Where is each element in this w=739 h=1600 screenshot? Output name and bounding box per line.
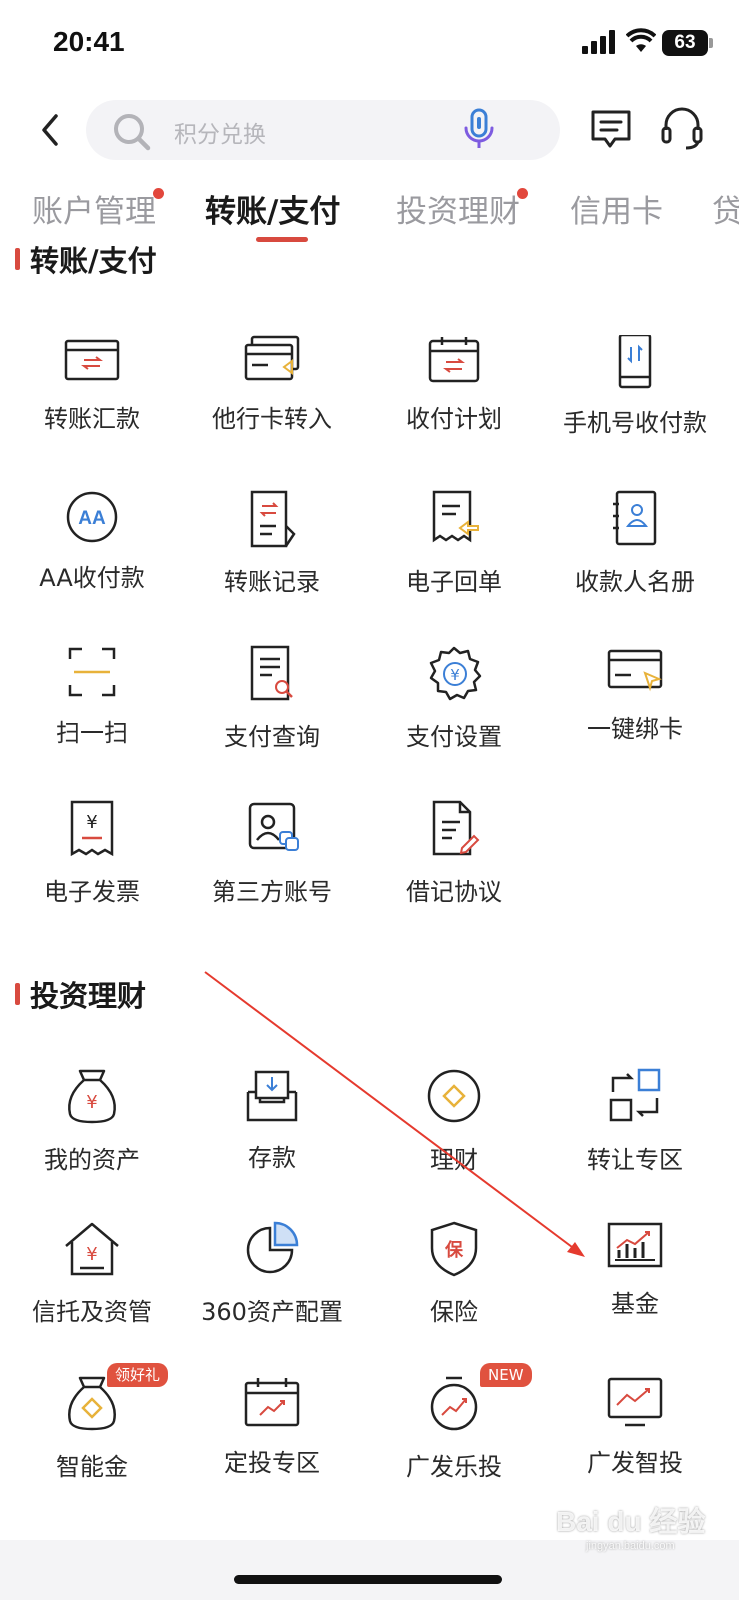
microphone-icon[interactable] [462, 108, 496, 152]
document-search-icon [250, 645, 293, 701]
section-accent-bar [15, 983, 20, 1005]
svg-text:保: 保 [444, 1239, 464, 1261]
svg-text:¥: ¥ [86, 812, 97, 833]
section-accent-bar [15, 248, 20, 270]
grid-item-transfer[interactable]: 转账汇款 [0, 335, 184, 475]
calendar-trend-icon [244, 1378, 300, 1427]
battery-icon: 63 [662, 30, 708, 56]
grid-item-debit-agreement[interactable]: 借记协议 [362, 800, 546, 940]
grid-item-payment-settings[interactable]: ¥ 支付设置 [362, 645, 546, 785]
pie-chart-icon [246, 1221, 299, 1274]
status-time: 20:41 [53, 26, 125, 57]
card-pointer-icon [607, 649, 663, 692]
grid-item-deposit[interactable]: 存款 [180, 1068, 364, 1208]
gear-icon: ¥ [429, 646, 482, 701]
coin-diamond-icon [427, 1069, 481, 1123]
grid-item-scan[interactable]: 扫一扫 [0, 645, 184, 785]
deposit-box-icon [246, 1070, 298, 1122]
svg-text:¥: ¥ [86, 1244, 97, 1265]
grid-item-trust[interactable]: ¥ 信托及资管 [0, 1220, 184, 1360]
section-title-invest: 投资理财 [30, 979, 147, 1013]
grid-item-transfer-records[interactable]: 转账记录 [180, 490, 364, 630]
swap-boxes-icon [609, 1068, 661, 1122]
tab-credit-card[interactable]: 信用卡 [570, 186, 663, 231]
bar-chart-icon [607, 1222, 663, 1268]
grid-item-my-assets[interactable]: ¥ 我的资产 [0, 1068, 184, 1208]
tab-account[interactable]: 账户管理 [32, 186, 164, 231]
home-indicator[interactable] [234, 1575, 502, 1584]
shield-icon: 保 [430, 1221, 478, 1277]
wifi-icon [626, 28, 656, 52]
section-title-transfer: 转账/支付 [30, 244, 157, 278]
grid-item-cgb-lotou[interactable]: NEW 广发乐投 [362, 1363, 546, 1515]
grid-item-fund[interactable]: 基金 [543, 1220, 727, 1360]
grid-item-wealth[interactable]: 理财 [362, 1068, 546, 1208]
top-bar: 积分兑换 [0, 100, 739, 160]
notification-dot [517, 188, 528, 199]
back-arrow-icon[interactable] [32, 110, 72, 150]
search-bar[interactable]: 积分兑换 [86, 100, 560, 160]
grid-item-payment-query[interactable]: 支付查询 [180, 645, 364, 785]
tab-loan[interactable]: 贷 [712, 186, 739, 231]
svg-text:AA: AA [78, 508, 106, 529]
grid-item-asset-allocation[interactable]: 360资产配置 [180, 1220, 364, 1360]
grid-item-aa-pay[interactable]: AA AA收付款 [0, 490, 184, 630]
grid-item-fixed-invest[interactable]: 定投专区 [180, 1375, 364, 1515]
aa-icon: AA [66, 491, 118, 543]
receipt-icon [432, 490, 479, 543]
tab-transfer[interactable]: 转账/支付 [205, 186, 340, 231]
phone-icon [618, 335, 652, 389]
grid-item-phone-pay[interactable]: 手机号收付款 [543, 335, 727, 475]
house-yuan-icon: ¥ [65, 1222, 119, 1276]
third-party-account-icon [248, 802, 299, 851]
active-tab-indicator [256, 237, 308, 242]
transfer-card-icon [64, 339, 120, 381]
invoice-icon: ¥ [70, 800, 114, 857]
grid-item-transfer-zone[interactable]: 转让专区 [543, 1068, 727, 1208]
tab-invest[interactable]: 投资理财 [396, 186, 528, 231]
search-placeholder: 积分兑换 [174, 122, 266, 148]
scan-icon [68, 647, 116, 697]
battery-tip [709, 38, 713, 48]
svg-text:¥: ¥ [86, 1092, 97, 1113]
grid-item-insurance[interactable]: 保 保险 [362, 1220, 546, 1360]
money-bag-icon: ¥ [68, 1069, 116, 1124]
calendar-transfer-icon [428, 337, 480, 383]
monitor-trend-icon [607, 1377, 663, 1427]
grid-item-e-invoice[interactable]: ¥ 电子发票 [0, 800, 184, 940]
grid-item-other-bank-in[interactable]: 他行卡转入 [180, 335, 364, 475]
grid-item-payee-list[interactable]: 收款人名册 [543, 490, 727, 630]
watermark: Bai du 经验 jingyan.baidu.com [556, 1506, 706, 1552]
customer-service-icon[interactable] [660, 106, 704, 152]
document-pen-icon [432, 800, 480, 856]
grid-item-cgb-zhitou[interactable]: 广发智投 [543, 1375, 727, 1515]
cellular-signal-icon [582, 30, 615, 54]
grid-item-payment-plan[interactable]: 收付计划 [362, 335, 546, 475]
grid-item-e-receipt[interactable]: 电子回单 [362, 490, 546, 630]
gift-badge: 领好礼 [107, 1363, 169, 1387]
status-bar: 20:41 63 [0, 0, 739, 90]
new-badge: NEW [480, 1363, 532, 1387]
svg-text:¥: ¥ [450, 666, 460, 684]
grid-item-bind-card[interactable]: 一键绑卡 [543, 645, 727, 785]
grid-item-third-party-account[interactable]: 第三方账号 [180, 800, 364, 940]
search-icon [114, 114, 151, 151]
document-transfer-icon [250, 490, 296, 548]
card-transfer-in-icon [244, 335, 300, 381]
message-icon[interactable] [590, 108, 634, 152]
stopwatch-trend-icon [430, 1376, 478, 1431]
notification-dot [153, 188, 164, 199]
grid-item-smart-gold[interactable]: 领好礼 智能金 [0, 1363, 184, 1515]
contact-book-icon [613, 490, 657, 546]
